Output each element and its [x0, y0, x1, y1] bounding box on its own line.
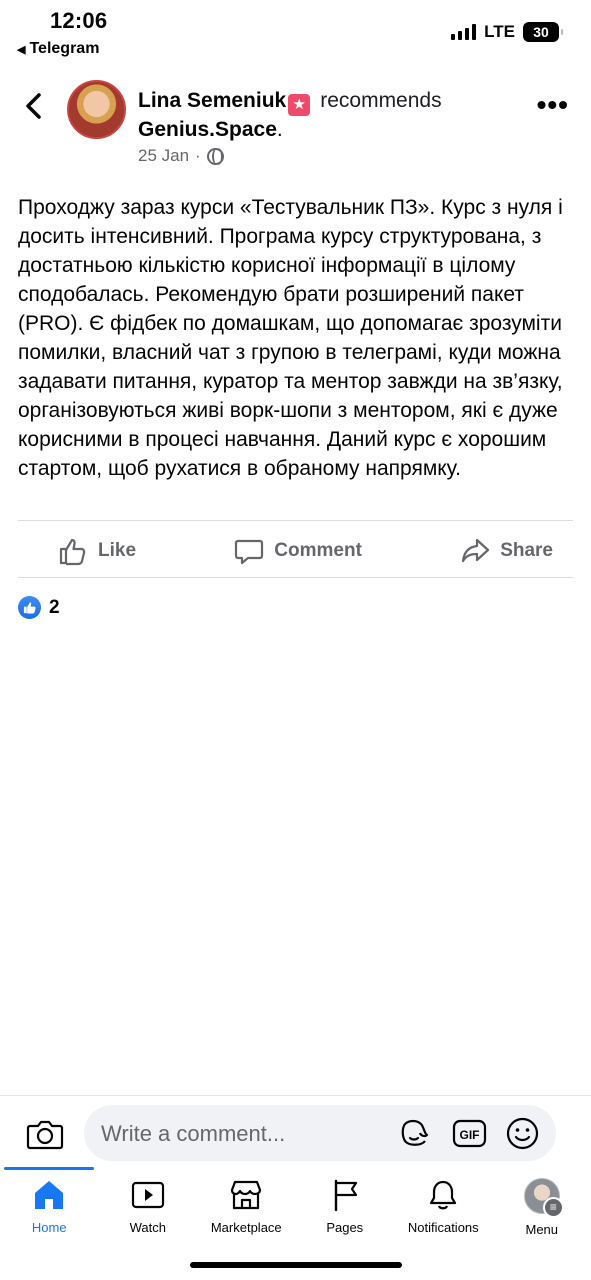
comment-bubble-icon — [235, 539, 264, 565]
tab-home-label: Home — [31, 1220, 67, 1235]
network-type: LTE — [484, 22, 515, 41]
comment-button[interactable]: Comment — [234, 536, 362, 566]
share-label: Share — [500, 540, 553, 561]
tab-notifications-label: Notifications — [407, 1220, 479, 1235]
svg-text:GIF: GIF — [460, 1128, 480, 1142]
post-header: Lina Semeniuk ★ recommends Genius.Space. — [138, 87, 518, 143]
back-app-label: Telegram — [29, 40, 100, 57]
emoji-icon[interactable] — [505, 1116, 540, 1151]
meta-separator: · — [195, 146, 201, 165]
period: . — [276, 118, 283, 141]
avatar-sticker-icon[interactable] — [399, 1116, 434, 1151]
tab-marketplace-label: Marketplace — [210, 1220, 282, 1235]
thumbs-up-icon — [59, 538, 86, 566]
tab-menu[interactable]: Menu — [493, 1170, 591, 1240]
back-triangle-icon: ◀ — [17, 43, 26, 56]
tab-notifications[interactable]: Notifications — [394, 1170, 493, 1240]
more-options-icon[interactable]: ••• — [537, 91, 569, 119]
share-arrow-icon — [462, 538, 490, 563]
watch-icon — [131, 1181, 164, 1209]
marketplace-icon — [231, 1180, 262, 1210]
tab-marketplace[interactable]: Marketplace — [197, 1170, 296, 1240]
globe-icon — [206, 147, 224, 165]
signal-icon — [451, 24, 477, 40]
menu-avatar — [523, 1178, 564, 1218]
tab-watch[interactable]: Watch — [99, 1170, 198, 1240]
post-actions: Like Comment Share — [18, 530, 573, 572]
post-date[interactable]: 25 Jan — [138, 146, 189, 166]
page-name-link[interactable]: Genius.Space — [138, 118, 277, 141]
author-avatar[interactable] — [67, 80, 126, 139]
status-indicators: LTE 30 — [451, 22, 563, 42]
author-name[interactable]: Lina Semeniuk — [138, 89, 286, 112]
reaction-summary[interactable]: 2 — [18, 596, 60, 619]
like-reaction-icon — [18, 596, 41, 619]
post-body: Проходжу зараз курси «Тестувальник ПЗ». … — [18, 196, 563, 480]
camera-icon[interactable] — [26, 1117, 64, 1151]
gif-icon[interactable]: GIF — [452, 1116, 487, 1151]
comment-composer: Write a comment... GIF — [0, 1095, 591, 1170]
comment-input[interactable]: Write a comment... GIF — [84, 1105, 556, 1161]
recommends-label: recommends — [320, 89, 442, 112]
divider-top — [18, 520, 573, 521]
status-time: 12:06 — [50, 8, 108, 33]
comment-label: Comment — [274, 540, 362, 561]
tab-home[interactable]: Home — [0, 1170, 99, 1240]
bell-icon — [430, 1180, 457, 1210]
comment-placeholder: Write a comment... — [101, 1121, 286, 1146]
like-button[interactable]: Like — [58, 536, 136, 566]
battery-level: 30 — [533, 24, 549, 40]
home-icon — [35, 1181, 64, 1209]
home-indicator[interactable] — [190, 1262, 402, 1268]
bottom-tab-bar: Home Watch Marketplace Pages Notificatio… — [0, 1170, 591, 1240]
back-to-telegram[interactable]: ◀ Telegram — [17, 40, 99, 58]
battery-icon: 30 — [523, 22, 563, 42]
divider-bottom — [18, 577, 573, 578]
like-label: Like — [98, 540, 137, 561]
post-meta: 25 Jan · — [138, 146, 224, 166]
tab-pages-label: Pages — [326, 1220, 364, 1235]
tab-pages[interactable]: Pages — [296, 1170, 395, 1240]
share-button[interactable]: Share — [460, 536, 553, 566]
flag-icon — [334, 1179, 357, 1212]
tab-menu-label: Menu — [525, 1222, 559, 1237]
comment-tools: GIF — [399, 1116, 540, 1151]
back-chevron-icon[interactable] — [22, 92, 46, 120]
star-badge-icon: ★ — [288, 94, 311, 116]
tab-watch-label: Watch — [129, 1220, 166, 1235]
reaction-count: 2 — [49, 596, 60, 618]
